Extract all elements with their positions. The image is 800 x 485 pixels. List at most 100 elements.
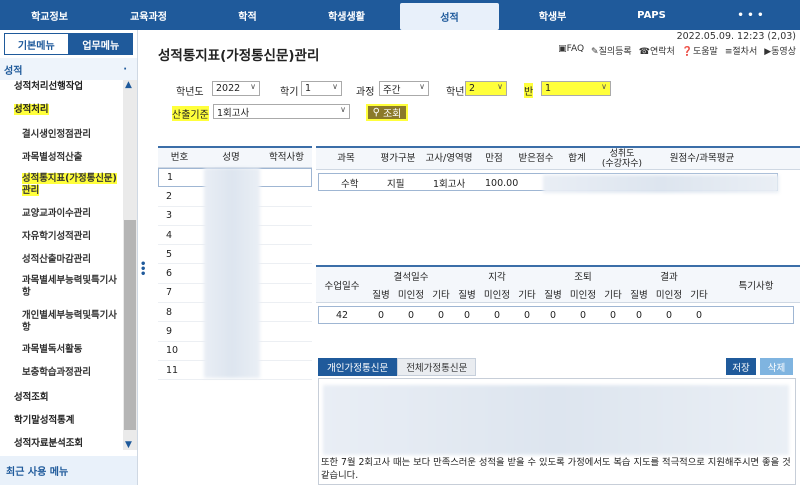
sidebar-item-grade-pre-work[interactable]: 성적처리선행작업	[0, 81, 124, 93]
header-absence: 결석일수	[393, 272, 429, 283]
term-select[interactable]: 1 ∨	[301, 81, 342, 96]
class-select[interactable]: 1 ∨	[541, 81, 611, 96]
sidebar-item-label: 성적산출마감관리	[22, 254, 92, 265]
sidebar-item-supplementary[interactable]: 보충학습과정관리	[0, 367, 124, 379]
year-select[interactable]: 2022 ∨	[212, 81, 260, 96]
header-sick: 질병	[630, 290, 648, 301]
term-value: 1	[305, 83, 312, 94]
procedure-link[interactable]: ≡절차서	[725, 44, 757, 57]
sidebar-item-reading[interactable]: 과목별독서활동	[0, 344, 124, 356]
course-value: 주간	[383, 84, 401, 96]
table-row[interactable]: 수학 지필 1회고사 100.00	[318, 173, 779, 193]
nav-school-info[interactable]: 학교정보	[0, 0, 99, 30]
sidebar-scrollbar[interactable]: ▲ ▼	[123, 80, 137, 450]
pencil-icon: ✎	[591, 47, 599, 57]
sidebar-item-grade-analysis[interactable]: 성적자료분석조회	[0, 438, 124, 450]
chevron-up-icon[interactable]: ▲	[125, 80, 132, 90]
sidebar-item-absence-score[interactable]: 결시생인정점관리	[0, 129, 124, 141]
sidebar-section-header[interactable]: 성적 ·	[0, 58, 137, 80]
grade-select[interactable]: 2 ∨	[465, 81, 507, 96]
cell-missed-sick: 0	[635, 309, 643, 321]
nav-curriculum[interactable]: 교육과정	[99, 0, 198, 30]
cell-absence-other: 0	[437, 309, 445, 321]
nav-more[interactable]: • • •	[701, 0, 800, 30]
panel-resize-handle-icon[interactable]: • • •	[140, 260, 146, 280]
sidebar-item-report-card[interactable]: 성적통지표(가정통신문)관리	[0, 173, 120, 197]
grade-table-header: 과목 평가구분 고사/영역명 만점 받은점수 합계 성취도 (수강자수) 원점수…	[316, 146, 800, 170]
header-early-leave: 조퇴	[574, 272, 592, 283]
help-link[interactable]: ❓도움말	[682, 44, 718, 57]
chevron-down-icon: ∨	[340, 105, 346, 114]
tab-basic-menu[interactable]: 기본메뉴	[4, 33, 69, 55]
sidebar-item-label: 자유학기성적관리	[22, 231, 92, 242]
header-unexcused: 미인정	[655, 290, 683, 301]
student-names-redacted	[204, 168, 260, 378]
basis-label: 산출기준	[172, 106, 209, 121]
sidebar-item-grade-processing[interactable]: 성적처리	[0, 104, 124, 116]
sidebar-item-label: 성적처리선행작업	[14, 81, 84, 92]
nav-paps[interactable]: PAPS	[602, 0, 701, 30]
cell-eval-type: 지필	[387, 179, 405, 190]
phone-icon: ☎	[638, 47, 650, 57]
inquiry-link[interactable]: ✎질의등록	[591, 44, 632, 57]
sidebar-item-grade-inquiry[interactable]: 성적조회	[0, 392, 124, 404]
top-navigation: 학교정보 교육과정 학적 학생생활 성적 학생부 PAPS • • •	[0, 0, 800, 30]
chevron-down-icon[interactable]: ▼	[125, 440, 132, 450]
datetime-display: 2022.05.09. 12:23 (2,03)	[676, 31, 796, 42]
course-select[interactable]: 주간 ∨	[379, 81, 429, 96]
main-content: 성적통지표(가정통신문)관리 2022.05.09. 12:23 (2,03) …	[148, 30, 800, 485]
header-other: 기타	[604, 290, 622, 301]
student-number: 6	[166, 268, 173, 280]
video-link[interactable]: ▶동영상	[764, 44, 796, 57]
nav-student-records[interactable]: 학생부	[503, 0, 602, 30]
sidebar-section-marker: ·	[123, 63, 127, 75]
cell-absence-unexcused: 0	[407, 309, 415, 321]
header-name: 성명	[222, 151, 240, 163]
sidebar-item-label: 과목별성적산출	[22, 152, 83, 163]
sidebar-item-subject-details[interactable]: 과목별세부능력및특기사항	[0, 275, 120, 299]
chevron-down-icon: ∨	[250, 82, 256, 91]
cell-early-sick: 0	[549, 309, 557, 321]
letter-textarea[interactable]: 또한 7월 2회고사 때는 보다 만족스러운 성적을 받을 수 있도록 가정에서…	[318, 378, 796, 485]
header-other: 기타	[518, 290, 536, 301]
sidebar-item-label: 과목별세부능력및특기사항	[22, 275, 117, 298]
header-school-days: 수업일수	[324, 281, 360, 292]
sidebar-item-liberal-arts[interactable]: 교양교과이수관리	[0, 208, 124, 220]
inquiry-label: 질의등록	[598, 47, 632, 57]
nav-grades[interactable]: 성적	[400, 3, 499, 30]
faq-icon: ▣	[558, 44, 567, 54]
sidebar-item-label: 성적자료분석조회	[14, 438, 84, 449]
faq-link[interactable]: ▣FAQ	[558, 44, 584, 57]
header-other: 기타	[690, 290, 708, 301]
recent-menu[interactable]: 최근 사용 메뉴	[0, 456, 137, 485]
save-button[interactable]: 저장	[726, 358, 756, 375]
cell-subject: 수학	[341, 179, 359, 190]
nav-academic-record[interactable]: 학적	[198, 0, 297, 30]
procedure-label: 절차서	[732, 47, 758, 57]
cell-tardy-unexcused: 0	[493, 309, 501, 321]
contact-link[interactable]: ☎연락처	[639, 44, 675, 57]
class-value: 1	[545, 83, 552, 94]
sidebar-item-label: 보충학습과정관리	[22, 367, 92, 378]
header-sick: 질병	[458, 290, 476, 301]
tab-all-letter[interactable]: 전체가정통신문	[397, 358, 477, 376]
header-unexcused: 미인정	[483, 290, 511, 301]
sidebar-item-subject-grade[interactable]: 과목별성적산출	[0, 152, 124, 164]
delete-button[interactable]: 삭제	[760, 358, 793, 375]
sidebar-item-free-semester[interactable]: 자유학기성적관리	[0, 231, 124, 243]
sidebar-item-grade-closing[interactable]: 성적산출마감관리	[0, 254, 124, 266]
scrollbar-thumb[interactable]	[124, 220, 136, 430]
student-number: 3	[166, 210, 173, 222]
grade-label: 학년	[446, 87, 465, 98]
search-button[interactable]: ⚲ 조회	[366, 104, 408, 121]
student-number: 11	[166, 364, 179, 376]
tab-personal-letter[interactable]: 개인가정통신문	[318, 358, 398, 376]
year-label: 학년도	[176, 87, 204, 98]
sidebar-item-semester-stats[interactable]: 학기말성적통계	[0, 415, 124, 427]
sidebar-item-personal-details[interactable]: 개인별세부능력및특기사항	[0, 310, 120, 334]
basis-select[interactable]: 1회고사 ∨	[213, 104, 350, 119]
sidebar-tabs: 기본메뉴 업무메뉴	[4, 33, 133, 55]
nav-student-life[interactable]: 학생생활	[297, 0, 396, 30]
tab-work-menu[interactable]: 업무메뉴	[68, 33, 133, 55]
student-number: 1	[167, 172, 174, 184]
